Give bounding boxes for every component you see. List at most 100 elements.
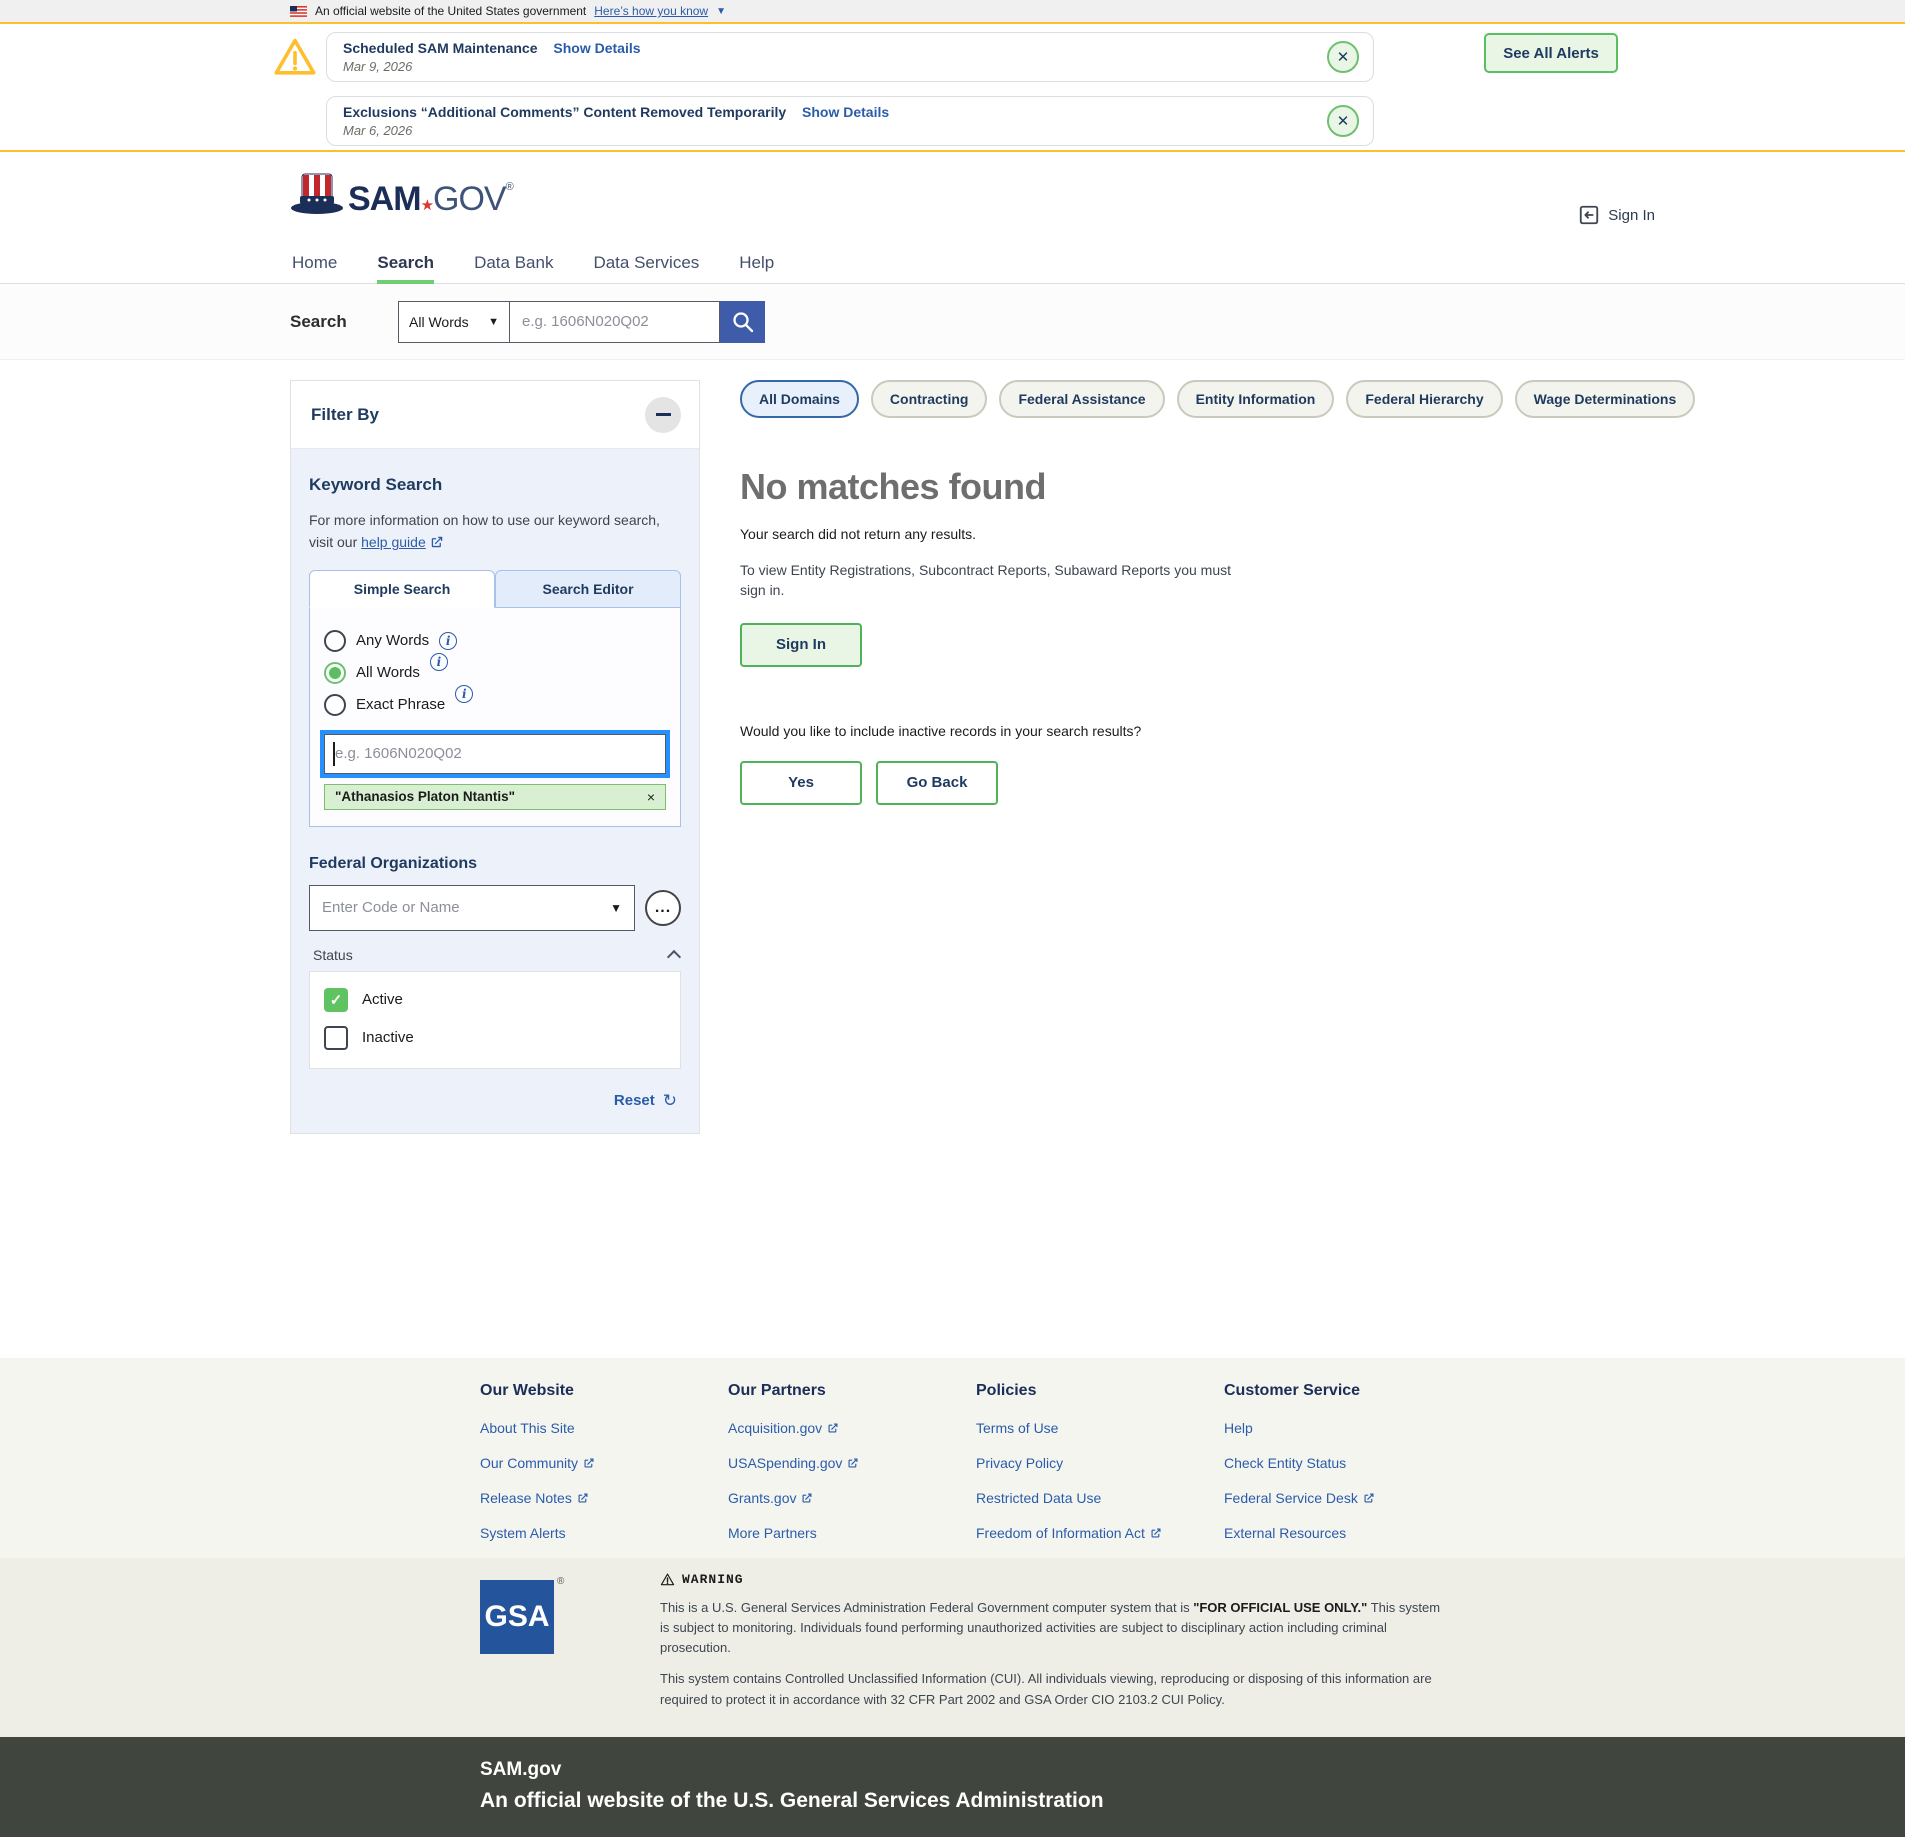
- nav-item-help[interactable]: Help: [739, 242, 774, 283]
- warning-triangle-icon: [272, 34, 318, 80]
- federal-org-combobox[interactable]: Enter Code or Name ▼: [309, 885, 635, 931]
- footer-link-foia[interactable]: Freedom of Information Act: [976, 1525, 1224, 1541]
- uncle-sam-hat-icon: [290, 172, 344, 216]
- pill-entity-information[interactable]: Entity Information: [1177, 380, 1335, 418]
- gsa-warning-band: GSA ® WARNING This is a U.S. General Ser…: [0, 1558, 1905, 1737]
- gsa-logo-text: GSA: [484, 1600, 549, 1634]
- logo-gov-text: GOV: [433, 180, 506, 218]
- alert-title: Scheduled SAM Maintenance: [343, 40, 537, 56]
- pill-federal-assistance[interactable]: Federal Assistance: [999, 380, 1164, 418]
- sam-gov-logo[interactable]: SAM★GOV®: [290, 172, 513, 216]
- nav-item-data-services[interactable]: Data Services: [593, 242, 699, 283]
- no-results-message: Your search did not return any results.: [740, 526, 1905, 542]
- no-matches-heading: No matches found: [740, 466, 1905, 508]
- footer-link-acquisition-gov[interactable]: Acquisition.gov: [728, 1420, 976, 1436]
- see-all-alerts-button[interactable]: See All Alerts: [1484, 33, 1618, 73]
- external-link-icon: [577, 1492, 589, 1504]
- pill-all-domains[interactable]: All Domains: [740, 380, 859, 418]
- footer-link-about-this-site[interactable]: About This Site: [480, 1420, 728, 1436]
- bottom-tagline: An official website of the U.S. General …: [480, 1789, 1905, 1813]
- heres-how-you-know-link[interactable]: Here’s how you know: [594, 4, 708, 18]
- caret-down-icon[interactable]: ▼: [610, 901, 622, 915]
- alert-row: Scheduled SAM Maintenance Show Details M…: [272, 32, 1905, 82]
- pill-wage-determinations[interactable]: Wage Determinations: [1515, 380, 1696, 418]
- warning-block: WARNING This is a U.S. General Services …: [660, 1572, 1450, 1710]
- close-alert-button[interactable]: ✕: [1327, 41, 1359, 73]
- radio-all-words[interactable]: [324, 662, 346, 684]
- checkbox-inactive[interactable]: [324, 1026, 348, 1050]
- magnifier-icon: [731, 310, 755, 334]
- footer-link-our-community[interactable]: Our Community: [480, 1455, 728, 1471]
- footer-link-usaspending-gov[interactable]: USASpending.gov: [728, 1455, 976, 1471]
- show-details-link[interactable]: Show Details: [802, 104, 889, 120]
- checkbox-active-label: Active: [362, 991, 403, 1008]
- pill-contracting[interactable]: Contracting: [871, 380, 988, 418]
- footer-link-restricted-data-use[interactable]: Restricted Data Use: [976, 1490, 1224, 1506]
- keyword-search-title: Keyword Search: [309, 475, 681, 495]
- gsa-registered-mark: ®: [557, 1576, 564, 1587]
- search-type-select[interactable]: All Words ▼: [398, 301, 510, 343]
- show-details-link[interactable]: Show Details: [553, 40, 640, 56]
- tab-search-editor[interactable]: Search Editor: [495, 570, 681, 608]
- external-link-icon: [827, 1422, 839, 1434]
- go-back-button[interactable]: Go Back: [876, 761, 998, 805]
- alert-date: Mar 9, 2026: [343, 59, 641, 74]
- alert-row: Exclusions “Additional Comments” Content…: [272, 96, 1905, 146]
- site-header: SAM★GOV® Sign In Home Search Data Bank D…: [0, 152, 1905, 284]
- external-link-icon: [1150, 1527, 1162, 1539]
- checkbox-active[interactable]: ✓: [324, 988, 348, 1012]
- caret-down-icon: ▼: [488, 316, 499, 328]
- yes-button[interactable]: Yes: [740, 761, 862, 805]
- tab-simple-search[interactable]: Simple Search: [309, 570, 495, 608]
- footer-link-system-alerts[interactable]: System Alerts: [480, 1525, 728, 1541]
- radio-any-words[interactable]: [324, 630, 346, 652]
- reset-row: Reset ↻: [309, 1091, 677, 1111]
- nav-item-search[interactable]: Search: [377, 242, 434, 283]
- nav-item-data-bank[interactable]: Data Bank: [474, 242, 553, 283]
- top-search-input[interactable]: [510, 301, 720, 343]
- external-link-icon: [583, 1457, 595, 1469]
- alert-card: Scheduled SAM Maintenance Show Details M…: [326, 32, 1374, 82]
- info-icon[interactable]: i: [430, 653, 448, 671]
- sign-in-button[interactable]: Sign In: [740, 623, 862, 667]
- text-cursor: [333, 742, 335, 766]
- footer-link-more-partners[interactable]: More Partners: [728, 1525, 976, 1541]
- footer-link-help[interactable]: Help: [1224, 1420, 1472, 1436]
- footer-link-terms-of-use[interactable]: Terms of Use: [976, 1420, 1224, 1436]
- more-options-button[interactable]: ...: [645, 890, 681, 926]
- info-icon[interactable]: i: [439, 632, 457, 650]
- footer-link-external-resources[interactable]: External Resources: [1224, 1525, 1472, 1541]
- footer-link-grants-gov[interactable]: Grants.gov: [728, 1490, 976, 1506]
- collapse-filters-button[interactable]: [645, 397, 681, 433]
- radio-any-words-label: Any Words: [356, 632, 429, 649]
- footer-link-federal-service-desk[interactable]: Federal Service Desk: [1224, 1490, 1472, 1506]
- warning-paragraph-2: This system contains Controlled Unclassi…: [660, 1669, 1450, 1709]
- keyword-search-input[interactable]: [324, 734, 666, 774]
- header-sign-in-link[interactable]: Sign In: [1578, 204, 1655, 226]
- footer-link-release-notes[interactable]: Release Notes: [480, 1490, 728, 1506]
- simple-search-panel: Any Words i All Words i Exact Phrase i: [309, 608, 681, 827]
- nav-item-home[interactable]: Home: [292, 242, 337, 283]
- radio-all-words-label: All Words: [356, 664, 420, 681]
- federal-organizations-title: Federal Organizations: [309, 855, 681, 873]
- alert-card: Exclusions “Additional Comments” Content…: [326, 96, 1374, 146]
- close-alert-button[interactable]: ✕: [1327, 105, 1359, 137]
- footer-column-our-website: Our Website About This Site Our Communit…: [480, 1382, 728, 1558]
- reset-filters-link[interactable]: Reset: [614, 1092, 655, 1109]
- filter-panel-header: Filter By: [291, 381, 699, 449]
- footer-link-check-entity-status[interactable]: Check Entity Status: [1224, 1455, 1472, 1471]
- help-guide-link[interactable]: help guide: [361, 534, 426, 550]
- search-band: Search All Words ▼: [0, 284, 1905, 360]
- search-submit-button[interactable]: [720, 301, 765, 343]
- info-icon[interactable]: i: [455, 685, 473, 703]
- footer-link-privacy-policy[interactable]: Privacy Policy: [976, 1455, 1224, 1471]
- remove-tag-icon[interactable]: ×: [647, 789, 655, 805]
- warning-label: WARNING: [682, 1572, 744, 1587]
- chevron-up-icon[interactable]: [667, 950, 681, 964]
- sam-gov-search-page: An official website of the United States…: [0, 0, 1905, 1837]
- banner-text: An official website of the United States…: [315, 4, 586, 18]
- checkbox-inactive-label: Inactive: [362, 1029, 414, 1046]
- pill-federal-hierarchy[interactable]: Federal Hierarchy: [1346, 380, 1502, 418]
- reset-icon[interactable]: ↻: [663, 1091, 677, 1111]
- radio-exact-phrase[interactable]: [324, 694, 346, 716]
